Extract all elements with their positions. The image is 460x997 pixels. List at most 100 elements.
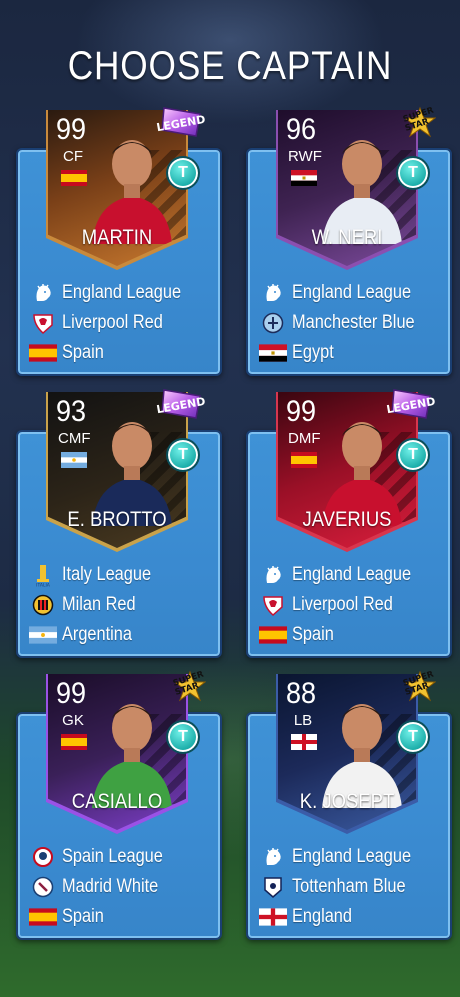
nation-flag-icon bbox=[61, 452, 87, 468]
club-label: Milan Red bbox=[62, 594, 136, 615]
lion-icon bbox=[258, 282, 288, 304]
england-flag-icon bbox=[258, 906, 288, 928]
league-label: England League bbox=[292, 282, 412, 303]
player-name: W. NERI bbox=[311, 226, 383, 249]
league-row: ITALIA Italy League bbox=[28, 560, 214, 590]
captain-card-3[interactable]: 93 CMF E. BROTTO LEGEND T ITALIA Italy L… bbox=[16, 389, 222, 658]
player-rating: 99 bbox=[56, 677, 87, 710]
player-rating: 88 bbox=[286, 677, 317, 710]
card-info: Spain League Madrid White Spain bbox=[28, 842, 214, 932]
player-name: K. JOSEPT bbox=[299, 790, 395, 813]
player-position: GK bbox=[62, 712, 84, 729]
country-row: Egypt bbox=[258, 338, 444, 368]
club-label: Madrid White bbox=[62, 876, 159, 897]
player-rating: 96 bbox=[286, 113, 317, 146]
captain-card-4[interactable]: 99 DMF JAVERIUS LEGEND T England League … bbox=[246, 389, 452, 658]
league-row: England League bbox=[28, 278, 214, 308]
club-row: Liverpool Red bbox=[28, 308, 214, 338]
page-title: CHOOSE CAPTAIN bbox=[67, 44, 393, 88]
league-label: England League bbox=[292, 846, 412, 867]
player-position: RWF bbox=[288, 148, 322, 165]
nation-flag-icon bbox=[291, 170, 317, 186]
argentina-flag-icon bbox=[28, 624, 58, 646]
club-label: Tottenham Blue bbox=[292, 876, 406, 897]
t-badge-icon: T bbox=[166, 156, 200, 190]
player-name: JAVERIUS bbox=[302, 508, 392, 531]
player-position: LB bbox=[293, 712, 313, 729]
spain-flag-icon bbox=[258, 624, 288, 646]
player-name: E. BROTTO bbox=[67, 508, 167, 531]
rarity-badge-icon: SUPERSTAR bbox=[402, 670, 436, 702]
league-label: Italy League bbox=[62, 564, 152, 585]
lion-icon bbox=[258, 846, 288, 868]
club-label: Liverpool Red bbox=[62, 312, 163, 333]
rarity-badge-icon: LEGEND bbox=[385, 389, 436, 419]
spain-league-icon bbox=[28, 846, 58, 868]
nation-flag-icon bbox=[291, 452, 317, 468]
italy-league-icon: ITALIA bbox=[28, 564, 58, 588]
t-badge-icon: T bbox=[396, 156, 430, 190]
player-name: CASIALLO bbox=[71, 790, 163, 813]
rarity-badge-icon: LEGEND bbox=[155, 389, 206, 419]
country-label: Argentina bbox=[62, 624, 132, 645]
club-row: Tottenham Blue bbox=[258, 872, 444, 902]
nation-flag-icon bbox=[61, 170, 87, 186]
country-label: Egypt bbox=[292, 342, 334, 363]
t-badge-icon: T bbox=[166, 720, 200, 754]
captain-card-2[interactable]: 96 RWF W. NERI SUPER STAR T England Leagu… bbox=[246, 106, 452, 376]
country-label: Spain bbox=[62, 342, 104, 363]
player-position: DMF bbox=[288, 430, 321, 447]
club-label: Liverpool Red bbox=[292, 594, 393, 615]
card-info: England League Liverpool Red Spain bbox=[258, 560, 444, 650]
club-row: Madrid White bbox=[28, 872, 214, 902]
club-row: Milan Red bbox=[28, 590, 214, 620]
country-row: Spain bbox=[258, 620, 444, 650]
captain-card-5[interactable]: 99 GK CASIALLO SUPER STAR T Spain League … bbox=[16, 670, 222, 940]
player-rating: 99 bbox=[286, 395, 317, 428]
country-row: Spain bbox=[28, 338, 214, 368]
lion-icon bbox=[28, 282, 58, 304]
player-position: CMF bbox=[58, 430, 91, 447]
country-label: Spain bbox=[292, 624, 334, 645]
league-label: England League bbox=[62, 282, 182, 303]
liverpool-crest-icon bbox=[28, 312, 58, 335]
lion-icon bbox=[258, 564, 288, 586]
nation-flag-icon bbox=[61, 734, 87, 750]
t-badge-icon: T bbox=[396, 720, 430, 754]
country-row: Spain bbox=[28, 902, 214, 932]
league-row: Spain League bbox=[28, 842, 214, 872]
league-row: England League bbox=[258, 560, 444, 590]
madrid-crest-icon bbox=[28, 876, 58, 898]
league-label: Spain League bbox=[62, 846, 163, 867]
t-badge-icon: T bbox=[396, 438, 430, 472]
spain-flag-icon bbox=[28, 342, 58, 364]
country-row: Argentina bbox=[28, 620, 214, 650]
t-badge-icon: T bbox=[166, 438, 200, 472]
liverpool-crest-icon bbox=[258, 594, 288, 617]
player-name: MARTIN bbox=[81, 226, 153, 249]
svg-text:ITALIA: ITALIA bbox=[36, 583, 51, 588]
card-info: England League Tottenham Blue England bbox=[258, 842, 444, 932]
country-label: England bbox=[292, 906, 352, 927]
card-info: ITALIA Italy League Milan Red Argentina bbox=[28, 560, 214, 650]
league-label: England League bbox=[292, 564, 412, 585]
rarity-badge-icon: LEGEND bbox=[155, 107, 206, 137]
player-rating: 99 bbox=[56, 113, 87, 146]
tottenham-crest-icon bbox=[258, 876, 288, 898]
league-row: England League bbox=[258, 278, 444, 308]
captain-card-6[interactable]: 88 LB K. JOSEPT SUPER STAR T England Leag… bbox=[246, 670, 452, 940]
captain-card-1[interactable]: 99 CF MARTIN LEGEND T England League Liv… bbox=[16, 107, 222, 376]
rarity-badge-icon: SUPERSTAR bbox=[402, 106, 436, 138]
league-row: England League bbox=[258, 842, 444, 872]
player-rating: 93 bbox=[56, 395, 87, 428]
nation-flag-icon bbox=[291, 734, 317, 750]
country-row: England bbox=[258, 902, 444, 932]
egypt-flag-icon bbox=[258, 342, 288, 364]
club-label: Manchester Blue bbox=[292, 312, 415, 333]
card-info: England League Liverpool Red Spain bbox=[28, 278, 214, 368]
country-label: Spain bbox=[62, 906, 104, 927]
rarity-badge-icon: SUPERSTAR bbox=[172, 670, 206, 702]
club-row: Liverpool Red bbox=[258, 590, 444, 620]
manchester-crest-icon bbox=[258, 312, 288, 334]
player-position: CF bbox=[63, 148, 83, 165]
